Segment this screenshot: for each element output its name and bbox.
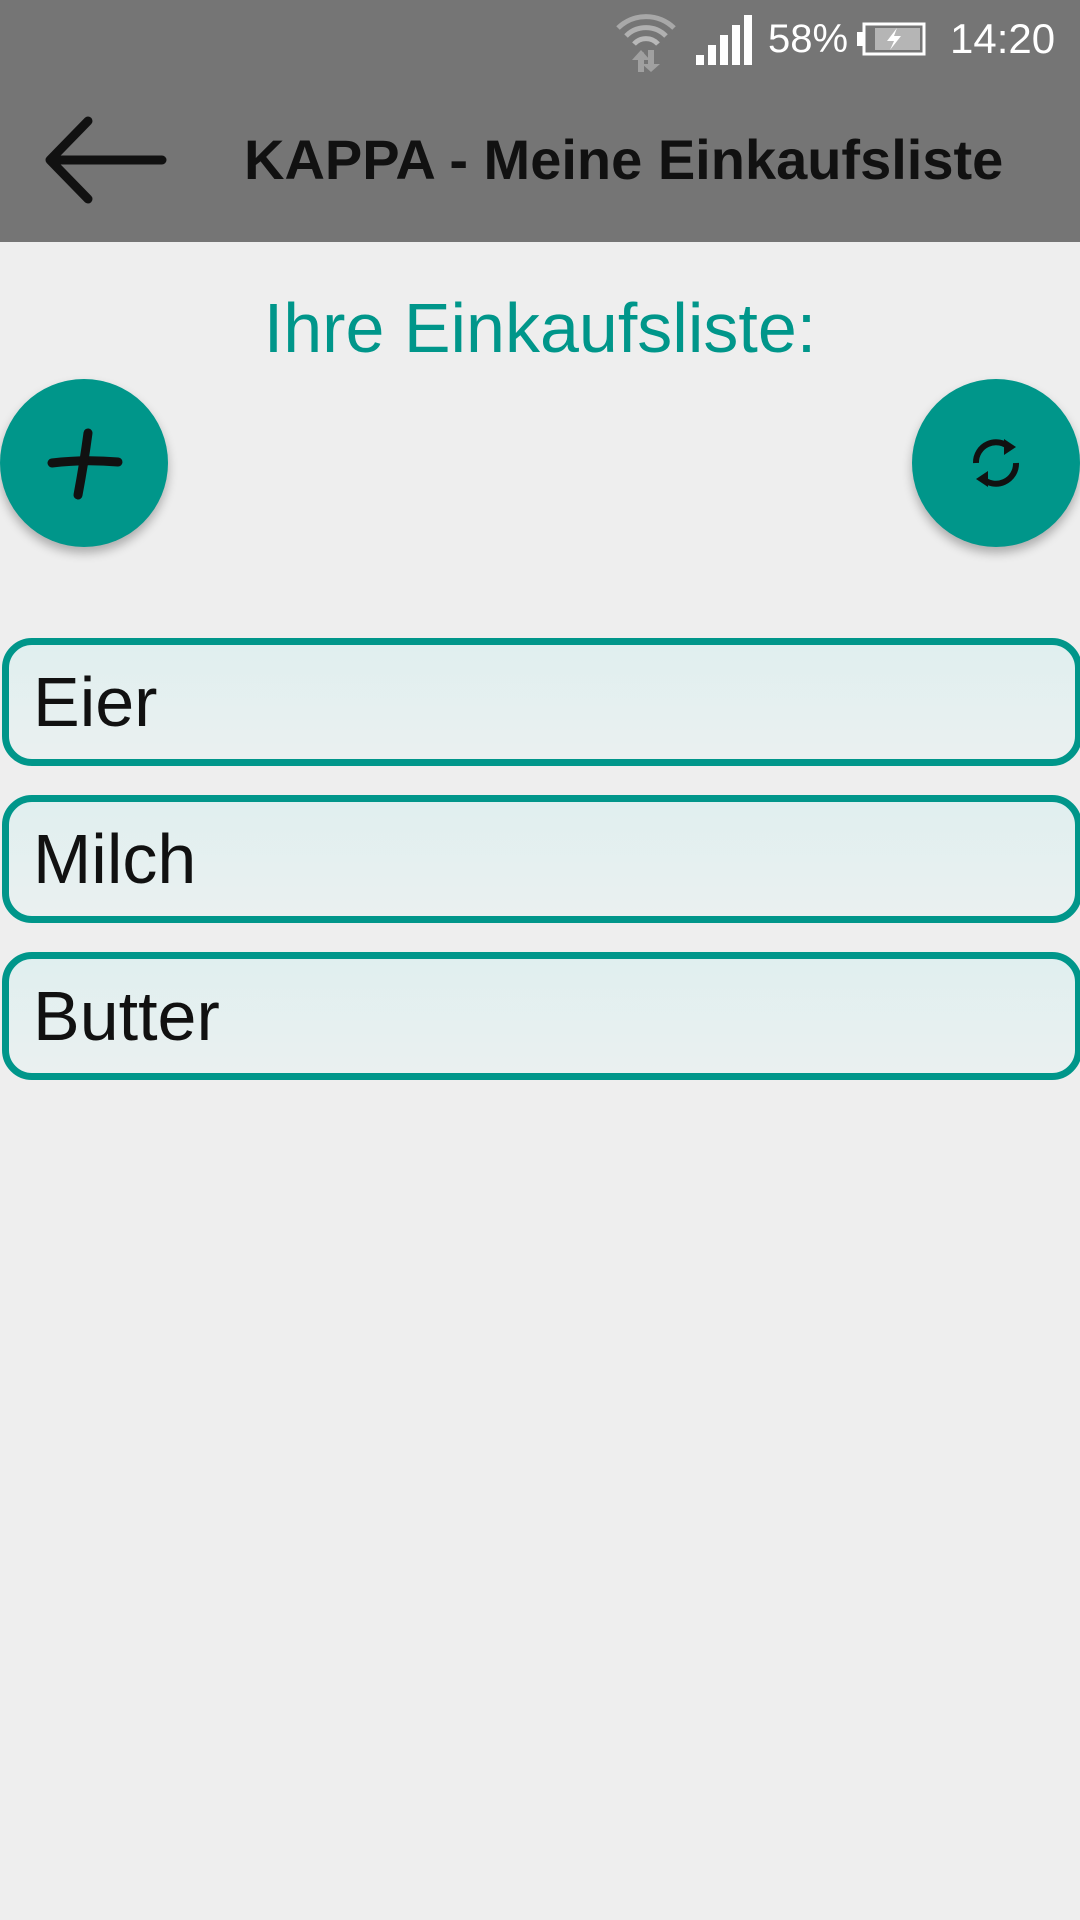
back-button[interactable] — [30, 106, 180, 214]
list-item-label: Milch — [33, 820, 197, 898]
battery-charging-icon — [857, 0, 927, 78]
refresh-button[interactable] — [912, 379, 1080, 547]
add-item-button[interactable] — [0, 379, 168, 547]
list-item-label: Butter — [33, 977, 220, 1055]
arrow-left-icon — [45, 116, 167, 204]
list-heading: Ihre Einkaufsliste: — [263, 289, 817, 367]
app-title: KAPPA - Meine Einkaufsliste — [244, 128, 1004, 191]
status-bar: 58% 14:20 — [0, 0, 1080, 78]
clock: 14:20 — [950, 15, 1056, 62]
list-item[interactable]: Milch — [2, 795, 1080, 923]
battery-percent: 58% — [768, 16, 849, 61]
list-item[interactable]: Butter — [2, 952, 1080, 1080]
list-item[interactable]: Eier — [2, 638, 1080, 766]
wifi-icon — [614, 0, 678, 78]
app-bar: KAPPA - Meine Einkaufsliste — [0, 78, 1080, 242]
list-item-label: Eier — [33, 663, 158, 741]
refresh-icon — [973, 439, 1019, 487]
signal-icon — [694, 0, 754, 78]
plus-icon — [47, 428, 123, 500]
